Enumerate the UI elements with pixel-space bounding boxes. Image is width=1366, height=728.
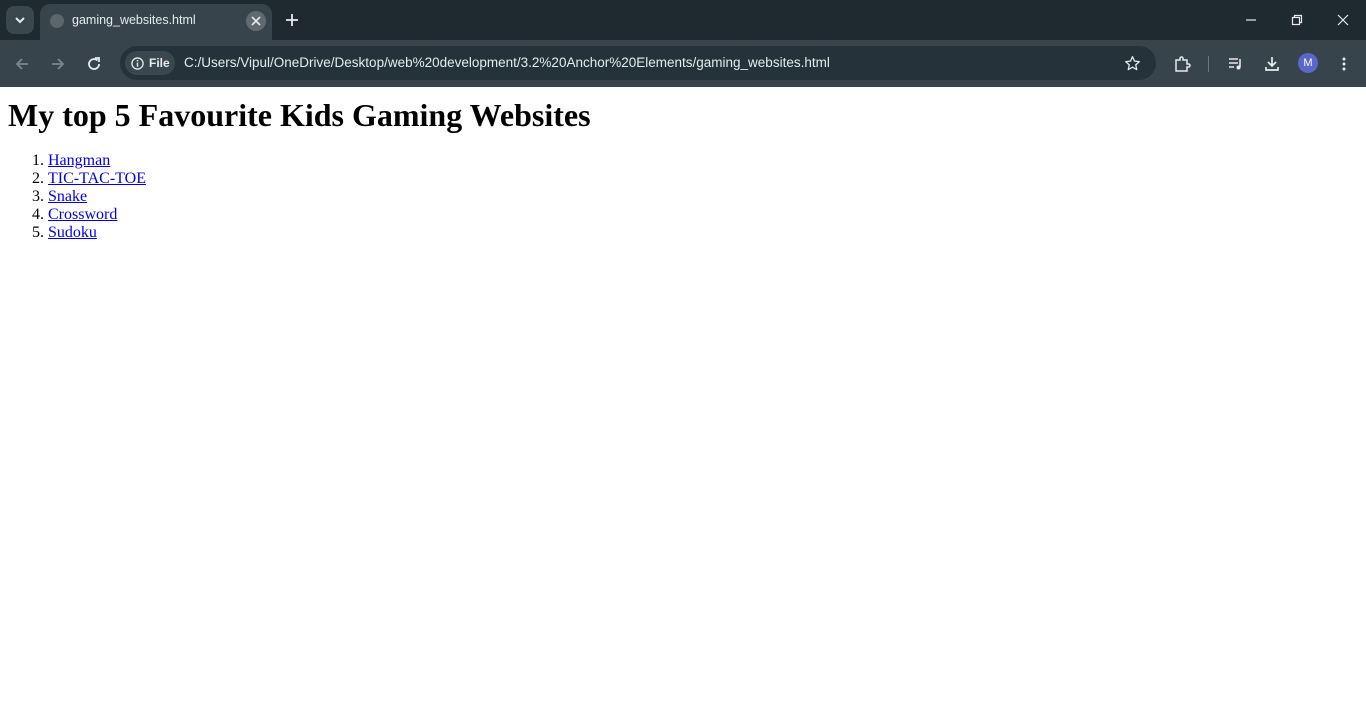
back-button[interactable] bbox=[8, 50, 36, 78]
close-icon bbox=[251, 16, 261, 26]
forward-button[interactable] bbox=[44, 50, 72, 78]
arrow-left-icon bbox=[15, 58, 28, 70]
list-item: Crossword bbox=[48, 206, 1358, 224]
games-list: Hangman TIC-TAC-TOE Snake Crossword Sudo… bbox=[8, 152, 1358, 242]
minimize-icon bbox=[1246, 19, 1256, 21]
link-crossword[interactable]: Crossword bbox=[48, 206, 117, 223]
list-item: Hangman bbox=[48, 152, 1358, 170]
media-controls-button[interactable] bbox=[1224, 52, 1248, 76]
toolbar-divider bbox=[1208, 56, 1209, 72]
address-bar[interactable]: File C:/Users/Vipul/OneDrive/Desktop/web… bbox=[120, 46, 1156, 80]
browser-titlebar: gaming_websites.html bbox=[0, 0, 1366, 40]
chevron-down-icon bbox=[15, 17, 25, 24]
downloads-button[interactable] bbox=[1260, 52, 1284, 76]
arrow-right-icon bbox=[52, 58, 65, 70]
tab-close-button[interactable] bbox=[246, 11, 266, 31]
reload-button[interactable] bbox=[80, 50, 108, 78]
more-vertical-icon bbox=[1342, 57, 1346, 71]
playlist-icon bbox=[1229, 58, 1241, 70]
close-window-button[interactable] bbox=[1320, 0, 1366, 40]
globe-icon bbox=[50, 14, 64, 28]
restore-button[interactable] bbox=[1274, 0, 1320, 40]
browser-menu-button[interactable] bbox=[1332, 52, 1356, 76]
extensions-button[interactable] bbox=[1170, 52, 1194, 76]
browser-tab[interactable]: gaming_websites.html bbox=[40, 4, 272, 40]
bookmark-button[interactable] bbox=[1122, 53, 1142, 73]
link-tic-tac-toe[interactable]: TIC-TAC-TOE bbox=[48, 170, 146, 187]
link-snake[interactable]: Snake bbox=[48, 188, 87, 205]
restore-icon bbox=[1291, 14, 1303, 26]
plus-icon bbox=[286, 14, 298, 26]
puzzle-icon bbox=[1175, 56, 1191, 72]
minimize-button[interactable] bbox=[1228, 0, 1274, 40]
site-chip-label: File bbox=[149, 56, 170, 70]
url-text[interactable]: C:/Users/Vipul/OneDrive/Desktop/web%20de… bbox=[184, 55, 830, 70]
list-item: TIC-TAC-TOE bbox=[48, 170, 1358, 188]
browser-toolbar: File C:/Users/Vipul/OneDrive/Desktop/web… bbox=[0, 40, 1366, 87]
link-hangman[interactable]: Hangman bbox=[48, 152, 110, 169]
reload-icon bbox=[88, 57, 100, 70]
link-sudoku[interactable]: Sudoku bbox=[48, 224, 97, 241]
star-icon bbox=[1124, 55, 1140, 70]
info-icon bbox=[131, 56, 144, 70]
profile-avatar[interactable]: M bbox=[1298, 53, 1318, 73]
list-item: Snake bbox=[48, 188, 1358, 206]
download-icon bbox=[1265, 57, 1279, 71]
site-info-chip[interactable]: File bbox=[125, 51, 175, 75]
page-content: My top 5 Favourite Kids Gaming Websites … bbox=[0, 97, 1366, 242]
list-item: Sudoku bbox=[48, 224, 1358, 242]
page-heading: My top 5 Favourite Kids Gaming Websites bbox=[8, 97, 591, 133]
close-icon bbox=[1337, 14, 1349, 26]
tab-search-button[interactable] bbox=[6, 6, 34, 34]
tab-title: gaming_websites.html bbox=[72, 13, 196, 27]
new-tab-button[interactable] bbox=[280, 8, 304, 32]
